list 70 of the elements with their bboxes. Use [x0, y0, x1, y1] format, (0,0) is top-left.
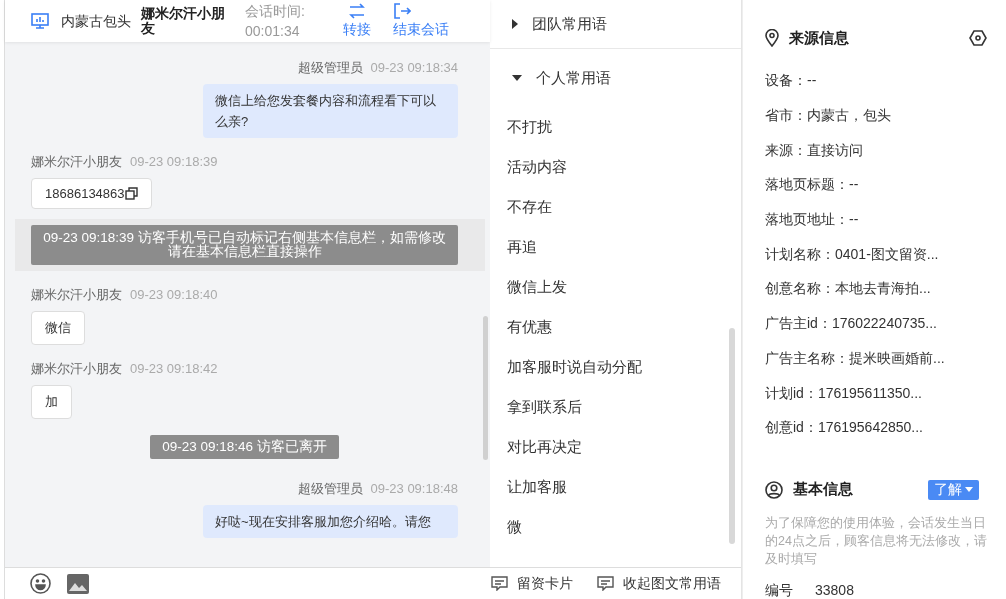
info-field: 落地页标题：--: [765, 168, 1006, 203]
message-time: 09-23 09:18:39: [130, 154, 218, 169]
scrollbar[interactable]: [483, 316, 488, 460]
field-value: 33808: [815, 581, 854, 599]
transfer-button[interactable]: 转接: [343, 3, 371, 39]
phrase-item[interactable]: 活动内容: [507, 147, 741, 187]
message-time: 09-23 09:18:42: [130, 361, 218, 376]
sender-name: 娜米尔汗小朋友: [31, 361, 122, 376]
phrase-item[interactable]: 拿到联系后: [507, 387, 741, 427]
message-time: 09-23 09:18:48: [370, 481, 458, 496]
phrase-group-header[interactable]: 团队常用语: [490, 0, 741, 49]
phrase-item[interactable]: 再追: [507, 227, 741, 267]
notice-text: 为了保障您的使用体验，会话发生当日的24点之后，顾客信息将无法修改，请及时填写: [765, 514, 987, 568]
info-field: 落地页地址：--: [765, 202, 1006, 238]
info-field: 来源：直接访问: [765, 133, 1006, 169]
caret-down-icon: [965, 487, 973, 493]
system-notice: 09-23 09:18:39 访客手机号已自动标记右侧基本信息栏，如需修改请在基本信息栏直接操作: [31, 225, 458, 265]
caret-right-icon: [512, 19, 518, 29]
monitor-icon: [31, 13, 49, 29]
location-pin-icon: [765, 29, 779, 47]
phrase-item[interactable]: 微信上发: [507, 267, 741, 307]
phrase-item[interactable]: 对比再决定: [507, 427, 741, 467]
field-label: 编号: [765, 581, 793, 599]
message-bubble: 18686134863: [31, 178, 152, 209]
info-field: 省市：内蒙古，包头: [765, 98, 1006, 134]
duration-label: 会话时间:: [245, 2, 306, 21]
info-field: 设备：--: [765, 64, 1006, 99]
user-icon: [765, 480, 783, 499]
scrollbar[interactable]: [729, 328, 735, 544]
exit-icon: [393, 3, 411, 19]
sender-name: 娜米尔汗小朋友: [31, 287, 122, 302]
info-field: 创意id：176195642850...: [765, 410, 1006, 446]
section-title: 基本信息: [793, 480, 853, 500]
info-field: 广告主id：176022240735...: [765, 306, 1006, 342]
phrase-item[interactable]: 有优惠: [507, 307, 741, 347]
message-bubble: 好哒~现在安排客服加您介绍哈。请您: [203, 505, 458, 538]
system-notice: 09-23 09:18:46 访客已离开: [150, 435, 339, 459]
phrase-item[interactable]: 微: [507, 507, 741, 547]
footer-button[interactable]: 留资卡片: [491, 574, 573, 593]
copy-icon[interactable]: [124, 187, 138, 200]
visitor-name: 娜米尔汗小朋友: [141, 6, 226, 36]
duration-value: 00:01:34: [245, 22, 301, 41]
end-session-button[interactable]: 结束会话: [393, 3, 449, 39]
info-field: 创意名称：本地去青海拍...: [765, 272, 1006, 307]
info-field: 计划名称：0401-图文留资...: [765, 237, 1006, 273]
message-time: 09-23 09:18:34: [370, 60, 458, 75]
swap-arrows-icon: [348, 3, 366, 19]
info-field: 广告主名称：提米映画婚前...: [765, 341, 1006, 377]
phrase-item[interactable]: 不打扰: [507, 107, 741, 147]
phrase-item[interactable]: 加客服时说自动分配: [507, 347, 741, 387]
sender-name: 超级管理员: [297, 60, 363, 75]
section-title: 来源信息: [789, 28, 849, 48]
message-bubble: 微信: [31, 311, 85, 345]
settings-icon[interactable]: [969, 30, 987, 46]
message-icon: [491, 576, 508, 591]
footer-button[interactable]: 收起图文常用语: [597, 574, 721, 593]
message-bubble: 加: [31, 385, 72, 419]
phrase-group-header[interactable]: 个人常用语: [490, 58, 741, 98]
caret-down-icon: [512, 75, 522, 81]
location-text: 内蒙古包头: [61, 12, 131, 31]
info-field: 计划id：176195611350...: [765, 376, 1006, 411]
message-time: 09-23 09:18:40: [130, 287, 218, 302]
phrase-item[interactable]: 不存在: [507, 187, 741, 227]
sender-name: 娜米尔汗小朋友: [31, 154, 122, 169]
emoji-icon[interactable]: [30, 573, 51, 594]
message-icon: [597, 576, 614, 591]
sender-name: 超级管理员: [297, 481, 363, 496]
image-icon[interactable]: [67, 573, 89, 594]
phrase-item[interactable]: 让加客服: [507, 467, 741, 507]
message-bubble: 微信上给您发套餐内容和流程看下可以么亲?: [203, 84, 458, 138]
